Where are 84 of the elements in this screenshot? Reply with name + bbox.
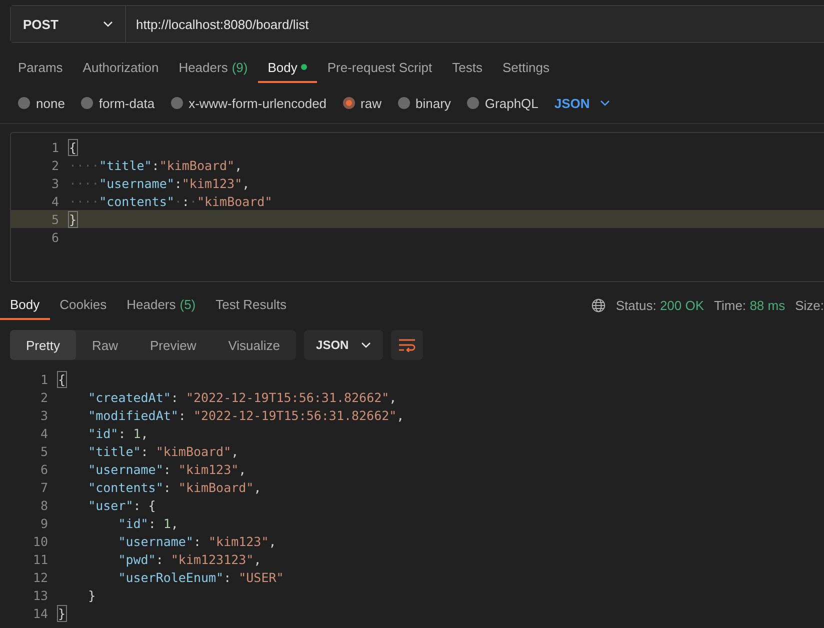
option-label: raw [360, 96, 382, 110]
option-label: GraphQL [484, 96, 538, 110]
line-number: 3 [39, 408, 49, 422]
code-line: "username": "kim123", [118, 534, 276, 548]
code-line: } [58, 606, 66, 620]
line-number: 1 [39, 372, 49, 386]
code-line: "modifiedAt": "2022-12-19T15:56:31.82662", [88, 408, 404, 422]
format-dropdown[interactable]: JSON [304, 330, 383, 360]
option-label: form-data [98, 96, 155, 110]
request-tab[interactable]: Settings [492, 53, 560, 83]
radio-button[interactable] [170, 97, 183, 109]
caret-icon [600, 100, 610, 106]
line-number: 12 [32, 570, 49, 584]
request-tab[interactable]: Authorization [72, 53, 169, 83]
view-mode-tab[interactable]: Preview [134, 330, 212, 360]
code-line: "createdAt": "2022-12-19T15:56:31.82662", [88, 390, 397, 404]
response-tab[interactable]: Cookies [50, 290, 117, 320]
request-tab[interactable]: Headers (9) [168, 53, 258, 83]
line-number: 13 [32, 588, 49, 602]
caret-icon [103, 21, 113, 27]
response-tab[interactable]: Test Results [206, 290, 296, 320]
view-mode-tab[interactable]: Raw [76, 330, 134, 360]
request-tab[interactable]: Body [258, 53, 318, 83]
view-mode-tab[interactable]: Visualize [212, 330, 296, 360]
line-number: 6 [50, 230, 60, 244]
line-number: 1 [50, 140, 60, 154]
caret-icon [360, 342, 371, 348]
line-number: 11 [32, 552, 49, 566]
line-number: 2 [50, 158, 60, 172]
line-number: 8 [39, 498, 49, 512]
radio-button[interactable] [342, 97, 355, 109]
code-line: "user": { [88, 498, 156, 512]
line-number: 3 [50, 176, 60, 190]
line-number: 14 [32, 606, 49, 620]
status-info: Size: [795, 298, 824, 312]
line-number: 4 [50, 194, 60, 208]
body-type-option[interactable]: raw [342, 96, 382, 110]
globe-icon[interactable] [590, 298, 606, 312]
line-number: 4 [39, 426, 49, 440]
code-line: "id": 1, [88, 426, 148, 440]
body-type-option[interactable]: none [18, 96, 65, 110]
code-line: ····"title":"kimBoard", [69, 158, 242, 172]
request-tab[interactable]: Tests [442, 53, 492, 83]
code-line: "username": "kim123", [88, 462, 246, 476]
code-line: } [88, 588, 96, 602]
code-line: "title": "kimBoard", [88, 444, 239, 458]
line-number: 9 [39, 516, 49, 530]
option-label: binary [416, 96, 451, 110]
request-body-editor[interactable]: 1 { 2 ····"title":"kimBoard", 3 ····"username":"kim123", 4 ····"contents"·:·"kimBoard" 5 } 6 [10, 132, 824, 282]
code-line: ····"username":"kim123", [69, 176, 250, 190]
option-label: none [36, 96, 65, 110]
body-type-option[interactable]: GraphQL [466, 96, 538, 110]
radio-button[interactable] [80, 97, 93, 109]
radio-button[interactable] [466, 97, 479, 109]
code-line: ····"contents"·:·"kimBoard" [69, 194, 272, 208]
line-number: 2 [39, 390, 49, 404]
request-tab[interactable]: Pre-request Script [317, 53, 442, 83]
code-line: { [58, 372, 66, 386]
line-number: 5 [50, 212, 60, 226]
code-line: } [69, 212, 77, 226]
status-info: Time: 88 ms [714, 298, 786, 312]
radio-button[interactable] [18, 97, 30, 109]
code-line: "contents": "kimBoard", [88, 480, 262, 494]
line-number: 7 [39, 480, 49, 494]
code-line: { [69, 140, 77, 154]
request-tab[interactable]: Params [8, 53, 73, 83]
view-mode-tab[interactable]: Pretty [10, 330, 76, 360]
url-field[interactable]: http://localhost:8080/board/list [126, 6, 824, 42]
response-tab[interactable]: Headers (5) [116, 290, 206, 320]
response-tab[interactable]: Body [0, 290, 50, 320]
code-line: "userRoleEnum": "USER" [118, 570, 284, 584]
line-number: 10 [32, 534, 49, 548]
method-dropdown[interactable]: POST [11, 6, 126, 42]
wrap-lines-button[interactable] [390, 330, 423, 360]
format-dropdown[interactable]: JSON [554, 96, 610, 110]
status-info: Status: 200 OK [616, 298, 704, 312]
line-number: 5 [39, 444, 49, 458]
code-line: "pwd": "kim123123", [118, 552, 262, 566]
body-type-option[interactable]: binary [398, 96, 451, 110]
body-type-option[interactable]: form-data [80, 96, 155, 110]
code-line: "id": 1, [118, 516, 178, 530]
radio-button[interactable] [398, 97, 410, 109]
wrap-lines-icon [398, 338, 416, 352]
line-number: 6 [39, 462, 49, 476]
